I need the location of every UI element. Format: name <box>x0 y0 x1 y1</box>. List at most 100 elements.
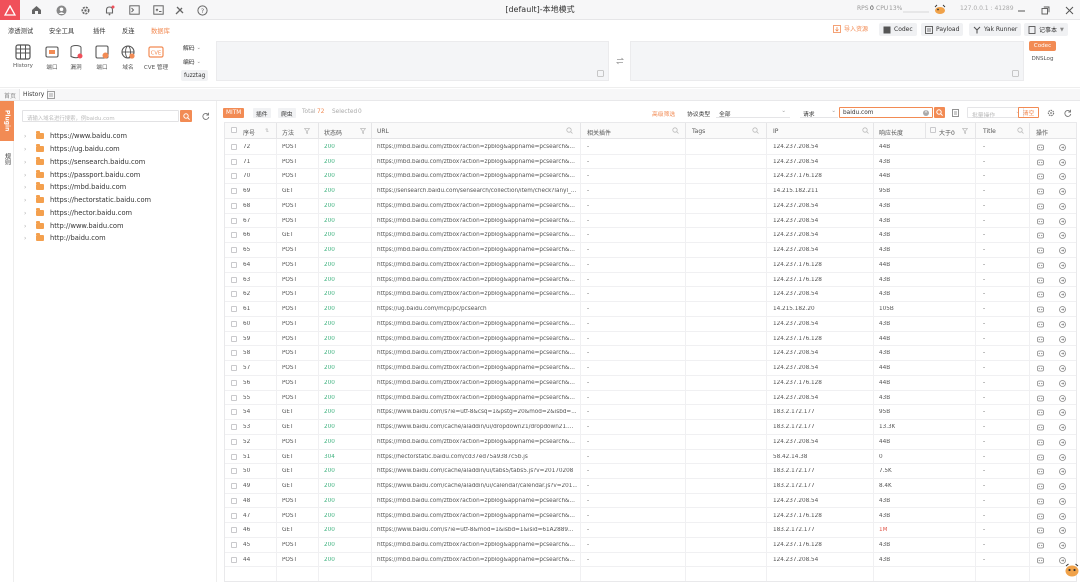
table-row[interactable]: 72 POST 200 https://mbd.baidu.com/ztbox?act… <box>225 140 1076 155</box>
details-icon[interactable] <box>1037 468 1044 475</box>
table-row[interactable]: 65 POST 200 https://mbd.baidu.com/ztbox?act… <box>225 243 1076 258</box>
codec-tab-button[interactable]: Codec <box>1029 41 1056 51</box>
crawler-filter-button[interactable]: 爬虫 <box>278 108 296 118</box>
row-checkbox[interactable] <box>231 173 237 180</box>
row-checkbox[interactable] <box>231 188 237 195</box>
details-icon[interactable] <box>1037 557 1044 564</box>
table-row[interactable]: 64 POST 200 https://mbd.baidu.com/ztbox?act… <box>225 258 1076 273</box>
user-icon[interactable] <box>54 3 68 17</box>
open-arrow-icon[interactable] <box>1059 424 1066 431</box>
codec-top-button[interactable]: Codec <box>879 23 917 36</box>
batch-operation-select[interactable]: 批量操作 ⌄ <box>967 107 1024 119</box>
restore-icon[interactable] <box>1038 3 1052 17</box>
row-checkbox[interactable] <box>231 158 237 165</box>
col-header-ip[interactable]: IP <box>773 128 778 135</box>
row-checkbox[interactable] <box>231 365 237 372</box>
col-header-url[interactable]: URL <box>377 128 389 135</box>
table-row[interactable]: 54 GET 200 https://www.baidu.com/s?ie=utf-8… <box>225 405 1076 421</box>
row-checkbox[interactable] <box>231 527 237 534</box>
table-row[interactable]: 61 POST 200 https://ug.baidu.com/mcp/pc/pcs… <box>225 302 1076 317</box>
table-row[interactable]: 48 POST 200 https://mbd.baidu.com/ztbox?act… <box>225 494 1076 509</box>
row-checkbox[interactable] <box>231 453 237 460</box>
details-icon[interactable] <box>1037 262 1044 269</box>
table-row[interactable]: 52 POST 200 https://mbd.baidu.com/ztbox?act… <box>225 435 1076 450</box>
tab-home[interactable]: 首页 <box>4 91 16 100</box>
search-icon[interactable] <box>1017 127 1024 134</box>
tool-domain[interactable]: 域名 <box>113 44 143 71</box>
notebook-button[interactable]: 记事本 ▼ <box>1024 23 1068 36</box>
details-icon[interactable] <box>1037 232 1044 239</box>
tool-history[interactable]: History <box>8 44 38 69</box>
open-arrow-icon[interactable] <box>1059 232 1066 240</box>
table-row[interactable]: 50 GET 200 https://www.baidu.com/cache/alad… <box>225 464 1076 479</box>
protocol-type-select[interactable]: 全部 ⌄ <box>716 107 790 118</box>
open-arrow-icon[interactable] <box>1059 527 1066 535</box>
row-checkbox[interactable] <box>231 541 237 548</box>
code-window-icon[interactable] <box>151 3 165 17</box>
tree-item[interactable]: › https://hectorstatic.baidu.com <box>24 195 151 204</box>
details-icon[interactable] <box>1037 203 1044 210</box>
tree-item[interactable]: › http://www.baidu.com <box>24 221 124 230</box>
copy-icon[interactable] <box>1012 70 1019 77</box>
open-arrow-icon[interactable] <box>1059 350 1066 358</box>
details-icon[interactable] <box>1037 409 1044 416</box>
open-arrow-icon[interactable] <box>1059 188 1066 196</box>
row-checkbox[interactable] <box>231 320 237 327</box>
codec-output-area[interactable] <box>630 41 1024 81</box>
row-checkbox[interactable] <box>231 335 237 342</box>
col-header-tags[interactable]: Tags <box>692 128 705 135</box>
details-icon[interactable] <box>1037 247 1044 254</box>
details-icon[interactable] <box>1037 188 1044 195</box>
details-icon[interactable] <box>1037 424 1044 431</box>
table-row[interactable]: 58 POST 200 https://mbd.baidu.com/ztbox?act… <box>225 346 1076 362</box>
open-arrow-icon[interactable] <box>1059 512 1066 520</box>
open-arrow-icon[interactable] <box>1059 409 1066 417</box>
gear-icon[interactable] <box>78 3 92 17</box>
table-row[interactable]: 55 POST 200 https://mbd.baidu.com/ztbox?act… <box>225 391 1076 406</box>
details-icon[interactable] <box>1037 159 1044 166</box>
details-icon[interactable] <box>1037 527 1044 534</box>
col-header-plugin[interactable]: 相关插件 <box>587 128 611 137</box>
col-header-status[interactable]: 状态码 <box>324 128 342 137</box>
row-checkbox[interactable] <box>231 483 237 490</box>
open-arrow-icon[interactable] <box>1059 468 1066 476</box>
table-row[interactable]: 45 POST 200 https://mbd.baidu.com/ztbox?act… <box>225 538 1076 553</box>
open-arrow-icon[interactable] <box>1059 262 1066 269</box>
filter-icon[interactable] <box>304 128 310 134</box>
open-arrow-icon[interactable] <box>1059 394 1066 402</box>
history-search-input[interactable]: baidu.com × <box>839 107 933 118</box>
advanced-filter-link[interactable]: 高级筛选 <box>652 109 675 118</box>
table-row[interactable]: 47 POST 200 https://mbd.baidu.com/ztbox?act… <box>225 509 1076 524</box>
row-checkbox[interactable] <box>231 438 237 445</box>
table-row[interactable]: 49 GET 200 https://www.baidu.com/cache/alad… <box>225 479 1076 494</box>
tree-item[interactable]: › https://www.baidu.com <box>24 131 127 140</box>
row-checkbox[interactable] <box>231 379 237 386</box>
filter-icon[interactable] <box>360 128 366 134</box>
details-icon[interactable] <box>1037 291 1044 298</box>
row-checkbox[interactable] <box>231 394 237 401</box>
sidebar-tab-plugin[interactable]: Plugin <box>0 101 14 141</box>
tree-item[interactable]: › https://ug.baidu.com <box>24 144 120 153</box>
table-row[interactable]: 56 POST 200 https://mbd.baidu.com/ztbox?act… <box>225 376 1076 391</box>
details-icon[interactable] <box>1037 144 1044 151</box>
open-arrow-icon[interactable] <box>1059 291 1066 299</box>
details-icon[interactable] <box>1037 277 1044 284</box>
tools-icon[interactable] <box>172 3 186 17</box>
app-logo[interactable] <box>0 0 20 20</box>
table-row[interactable]: 70 POST 200 https://mbd.baidu.com/ztbox?act… <box>225 169 1076 185</box>
tree-item[interactable]: › https://mbd.baidu.com <box>24 182 126 191</box>
refresh-icon[interactable] <box>1064 109 1072 117</box>
table-row[interactable]: 44 POST 200 https://mbd.baidu.com/ztbox?act… <box>225 553 1076 568</box>
row-checkbox[interactable] <box>231 497 237 504</box>
details-icon[interactable] <box>1037 336 1044 343</box>
open-arrow-icon[interactable] <box>1059 306 1066 314</box>
col-header-gt-zero[interactable]: 大于0 <box>939 128 955 137</box>
menu-pentest[interactable]: 渗透测试 <box>8 26 33 35</box>
row-checkbox[interactable] <box>231 247 237 254</box>
open-arrow-icon[interactable] <box>1059 320 1066 328</box>
col-header-method[interactable]: 方法 <box>282 128 294 137</box>
row-checkbox[interactable] <box>231 468 237 475</box>
codec-input-area[interactable] <box>216 41 609 81</box>
greater-than-zero-checkbox[interactable] <box>930 127 936 133</box>
row-checkbox[interactable] <box>231 512 237 519</box>
